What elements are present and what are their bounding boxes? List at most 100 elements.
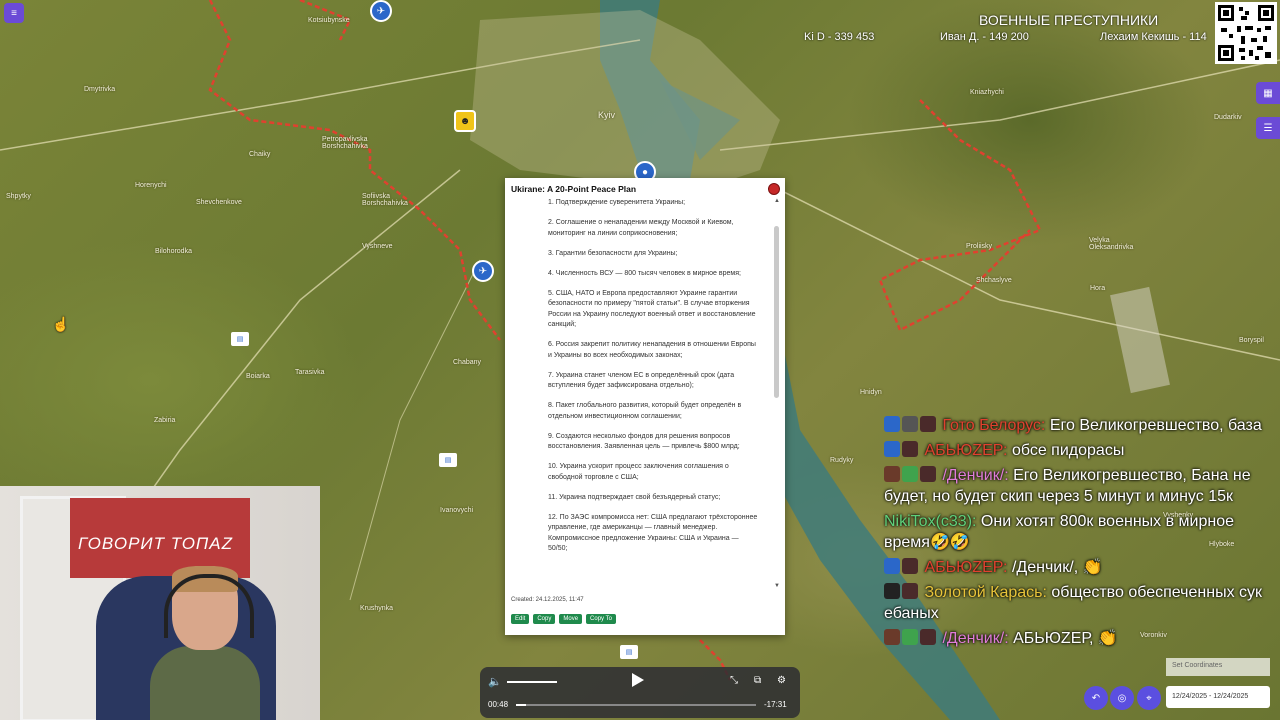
popup-content[interactable]: 1. Подтверждение суверенитета Украины; 2… (513, 198, 763, 594)
place-label: Vyshneve (362, 243, 393, 250)
headphones-icon (164, 574, 254, 638)
volume-icon[interactable]: 🔈 (488, 675, 502, 688)
chat-text: обсе пидорасы (1011, 442, 1125, 459)
chat-message: /Денчик/: АБЬЮZЕР, 👏 (884, 628, 1280, 649)
chat-message: АБЬЮZЕР: обсе пидорасы (884, 440, 1280, 461)
close-icon[interactable] (768, 183, 780, 195)
map-layers-icon[interactable]: ▦ (1256, 82, 1280, 104)
elapsed-time: 00:48 (488, 700, 509, 709)
plan-point: 5. США, НАТО и Европа предоставляют Укра… (548, 289, 756, 329)
poi-icon[interactable]: ▤ (439, 453, 457, 467)
user-badge-icon (902, 466, 918, 482)
chat-nick: АБЬЮZЕР: (924, 559, 1008, 576)
created-timestamp: Created: 24.12.2025, 11:47 (511, 597, 584, 603)
seek-bar[interactable] (516, 704, 756, 706)
move-button[interactable]: Move (559, 614, 583, 624)
place-label: Rudyky (830, 457, 854, 464)
place-label: Chabany (453, 359, 482, 366)
overlay-stat: Лехаим Кекишь - 114 (1100, 31, 1207, 43)
user-badge-icon (902, 416, 918, 432)
coordinates-input[interactable]: Set Coordinates (1166, 658, 1270, 676)
place-label: Hora (1090, 285, 1106, 292)
poi-icon[interactable]: ▤ (231, 332, 249, 346)
pip-icon[interactable]: ⧉ (754, 675, 761, 686)
user-badge-icon (884, 466, 900, 482)
minimize-icon[interactable]: ⤡ (730, 675, 738, 686)
chat-nick: /Денчик/: (942, 630, 1009, 647)
chat-message: АБЬЮZЕР: /Денчик/, 👏 (884, 557, 1280, 578)
chat-nick: /Денчик/: (942, 467, 1009, 484)
hand-cursor-icon: ☝ (52, 316, 70, 332)
avatar-marker-icon[interactable]: ☻ (454, 110, 476, 132)
place-label: Velyka Oleksandrivka (1089, 237, 1134, 251)
plan-point: 6. Россия закрепит политику ненападения … (548, 341, 756, 359)
user-badge-icon (884, 629, 900, 645)
play-icon[interactable] (632, 673, 644, 687)
map-marker-icon[interactable]: ✈ (472, 260, 494, 282)
map-marker-icon[interactable]: ✈ (370, 0, 392, 22)
scroll-down-icon[interactable]: ▼ (774, 583, 780, 589)
place-label: Proliisky (966, 243, 993, 250)
place-label: Horenychi (135, 182, 167, 189)
zoom-icon[interactable]: ◎ (1110, 686, 1134, 710)
chat-message: Золотой Карась: общество обеспеченных су… (884, 582, 1280, 624)
user-badge-icon (920, 416, 936, 432)
copy-button[interactable]: Copy (533, 614, 556, 624)
plan-point: 1. Подтверждение суверенитета Украины; (548, 199, 686, 206)
edit-button[interactable]: Edit (511, 614, 530, 624)
chat-nick: NikiTox(с33): (884, 513, 977, 530)
plan-point: 12. По ЗАЭС компромисса нет: США предлаг… (548, 513, 758, 553)
place-label: Shpytky (6, 193, 31, 200)
place-label: Boiarka (246, 373, 270, 380)
settings-gear-icon[interactable]: ⚙ (777, 675, 786, 686)
chat-text: Его Великогревшество, Бана не будет, но … (884, 467, 1251, 505)
chat-nick: Золотой Карась: (924, 584, 1047, 601)
place-label: Bilohorodka (155, 248, 192, 255)
menu-icon[interactable]: ≡ (4, 3, 24, 23)
frontline-west (208, 0, 501, 341)
place-label: Shchaslyve (976, 277, 1012, 284)
plan-point: 11. Украина подтверждает свой безъядерны… (548, 493, 721, 501)
place-label: Tarasivka (295, 369, 325, 376)
user-badge-icon (902, 558, 918, 574)
overlay-title: ВОЕННЫЕ ПРЕСТУПНИКИ (979, 12, 1159, 28)
list-icon[interactable]: ☰ (1256, 117, 1280, 139)
scrollbar-thumb[interactable] (774, 226, 779, 398)
plan-point: 2. Соглашение о ненападении между Москво… (548, 219, 734, 237)
location-pin-icon[interactable]: ⌖ (1137, 686, 1161, 710)
place-label: Sofiivska Borshchahivka (362, 193, 408, 207)
undo-icon[interactable]: ↶ (1084, 686, 1108, 710)
poi-icon[interactable]: ▤ (620, 645, 638, 659)
plan-point: 7. Украина станет членом ЕС в определённ… (548, 371, 735, 390)
video-player-controls: 🔈 ⤡ ⧉ ⚙ 00:48 -17:31 (480, 667, 800, 718)
date-range-picker[interactable]: 12/24/2025 - 12/24/2025 (1166, 686, 1270, 708)
place-label: Petropavlivska Borshchahivka (322, 136, 368, 150)
chat-text: АБЬЮZЕР, 👏 (1013, 630, 1118, 647)
frontline-east (878, 99, 1042, 332)
chat-message: Гото Белорус: Его Великогревшество, база (884, 415, 1280, 436)
copy-to-button[interactable]: Copy To (586, 614, 616, 624)
place-label: Kotsiubynske (308, 17, 350, 24)
user-badge-icon (884, 583, 900, 599)
chat-text: /Денчик/, 👏 (1011, 559, 1103, 576)
chat-nick: АБЬЮZЕР: (924, 442, 1008, 459)
place-label: Chaiky (249, 151, 271, 158)
user-badge-icon (902, 441, 918, 457)
place-label: Shevchenkove (196, 199, 242, 206)
user-badge-icon (920, 466, 936, 482)
user-badge-icon (902, 629, 918, 645)
chat-message: /Денчик/: Его Великогревшество, Бана не … (884, 465, 1280, 507)
scroll-up-icon[interactable]: ▲ (774, 198, 780, 204)
overlay-stat: Ki D - 339 453 (804, 31, 875, 43)
webcam-overlay: ГОВОРИТ ТОПАZ (0, 486, 320, 720)
place-label: Krushynka (360, 605, 394, 612)
neon-sign-text: ГОВОРИТ ТОПАZ (78, 534, 233, 553)
user-badge-icon (920, 629, 936, 645)
qr-code (1215, 2, 1277, 64)
plan-point: 10. Украина ускорит процесс заключения с… (548, 463, 729, 481)
place-label: Kyiv (598, 110, 616, 120)
user-badge-icon (884, 416, 900, 432)
popup-scrollbar[interactable]: ▲ ▼ (774, 198, 780, 591)
volume-slider[interactable] (507, 681, 557, 683)
popup-title: Ukirane: A 20-Point Peace Plan (511, 184, 637, 194)
